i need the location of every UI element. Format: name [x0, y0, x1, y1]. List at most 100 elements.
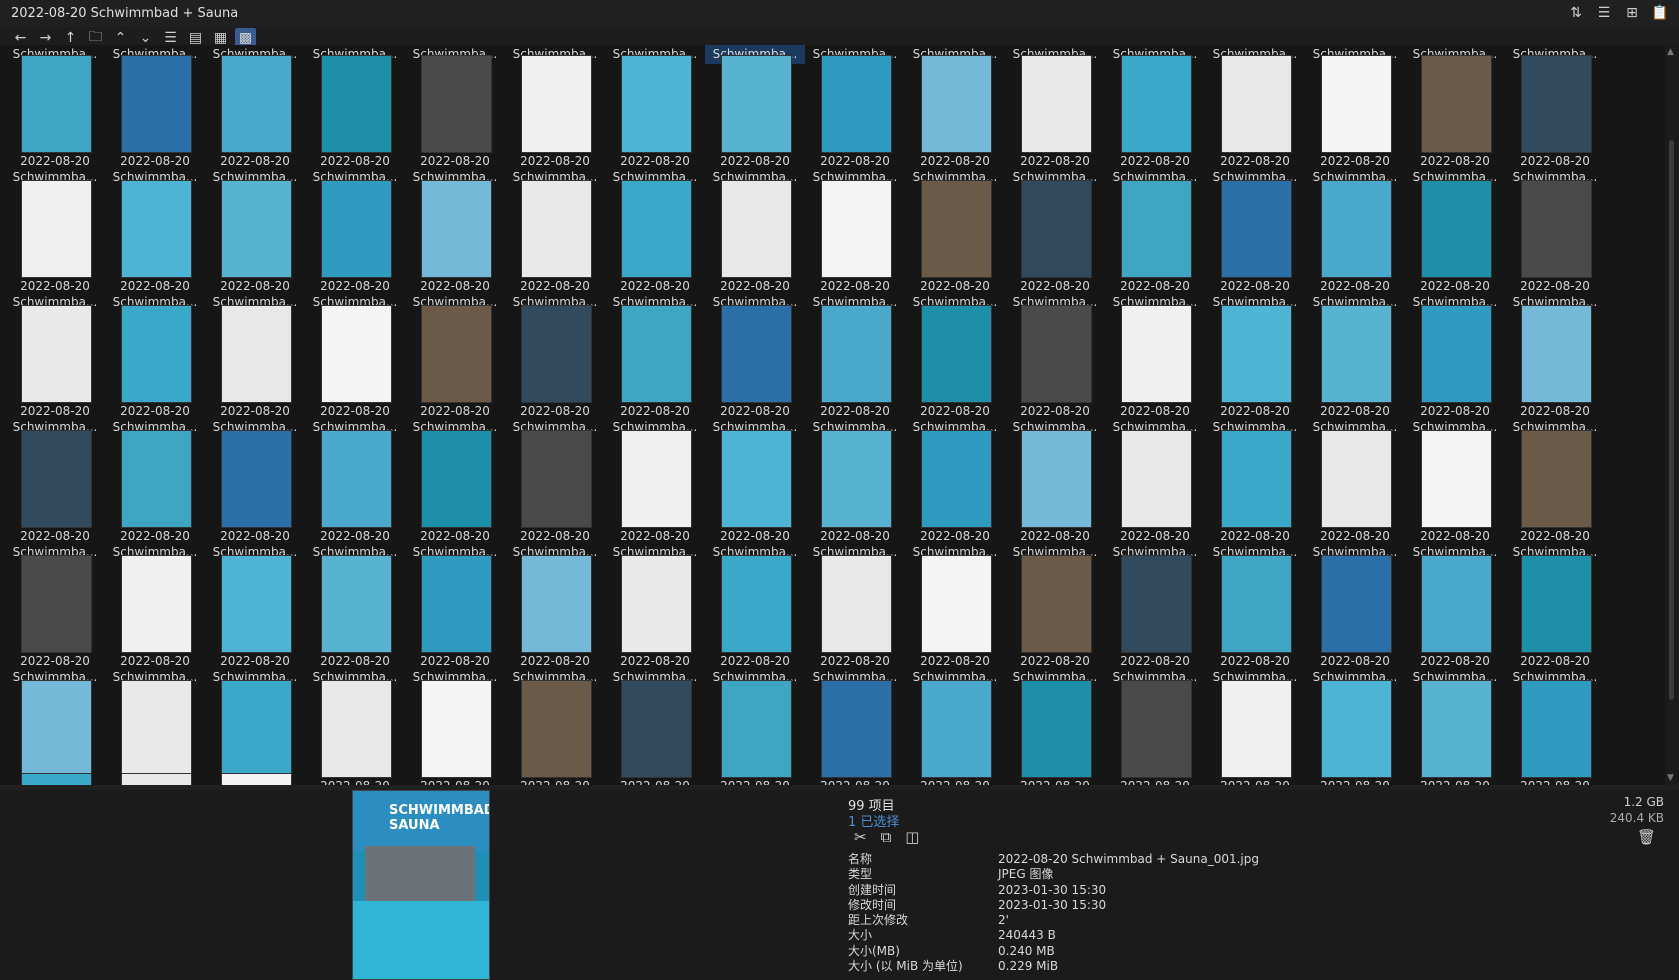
thumbnail-item[interactable]: 2022-08-20Schwimmba... [905, 678, 1005, 785]
thumbnail-item[interactable]: 2022-08-20Schwimmba... [905, 553, 1005, 687]
thumbnail-item[interactable]: 2022-08-20Schwimmba... [1005, 428, 1105, 562]
thumbnail-item[interactable]: 2022-08-20Schwimmba... [105, 53, 205, 187]
thumbnail-item[interactable]: 2022-08-20Schwimmba... [1005, 303, 1105, 437]
thumbnail-item[interactable]: 2022-08-20Schwimmba... [1305, 428, 1405, 562]
compare-icon[interactable]: ◫ [905, 828, 919, 846]
thumbnail-item[interactable]: 2022-08-20Schwimmba... [705, 178, 805, 312]
thumbnail-item[interactable]: 2022-08-20Schwimmba... [1105, 428, 1205, 562]
thumbnail-item[interactable]: 2022-08-20Schwimmba... [105, 553, 205, 687]
thumbnail-item[interactable]: 2022-08-20Schwimmba... [605, 178, 705, 312]
thumbnail-item[interactable]: 2022-08-20Schwimmba... [1205, 303, 1305, 437]
thumbnail-item[interactable]: 2022-08-20Schwimmba... [405, 53, 505, 187]
thumbnail-item[interactable]: 2022-08-20Schwimmba... [1105, 303, 1205, 437]
thumbnail-item[interactable]: 2022-08-20Schwimmba... [1205, 553, 1305, 687]
thumbnail-item[interactable]: 2022-08-20Schwimmba... [805, 178, 905, 312]
thumbnail-item[interactable]: 2022-08-20Schwimmba... [1505, 178, 1605, 312]
thumbnail-item[interactable]: 2022-08-20Schwimmba... [505, 303, 605, 437]
thumbnail-item[interactable]: 2022-08-20Schwimmba... [805, 428, 905, 562]
thumbnail-item[interactable]: 2022-08-20Schwimmba... [505, 428, 605, 562]
thumbnail-item[interactable]: 2022-08-20Schwimmba... [1205, 678, 1305, 785]
thumbnail-item[interactable]: 2022-08-20Schwimmba... [605, 53, 705, 187]
thumbnail-item[interactable]: 2022-08-20Schwimmba... [305, 178, 405, 312]
thumbnail-item[interactable]: 2022-08-20Schwimmba... [1505, 53, 1605, 187]
thumbnail-item[interactable]: 2022-08-20Schwimmba... [205, 428, 305, 562]
thumbnail-item[interactable]: 2022-08-20Schwimmba... [705, 553, 805, 687]
details-pane-icon[interactable]: ☰ [1595, 4, 1613, 22]
thumbnail-item[interactable]: 2022-08-20Schwimmba... [305, 553, 405, 687]
scrollbar-thumb[interactable] [1669, 140, 1674, 700]
thumbnail-item[interactable]: 2022-08-20Schwimmba... [705, 678, 805, 785]
thumbnail-item[interactable]: 2022-08-20Schwimmba... [205, 553, 305, 687]
thumbnail-item[interactable]: 2022-08-20Schwimmba... [1505, 303, 1605, 437]
scroll-down-icon[interactable]: ▼ [1667, 773, 1674, 783]
thumbnail-item[interactable]: 2022-08-20Schwimmba... [905, 303, 1005, 437]
thumbnail-item[interactable]: 2022-08-20Schwimmba... [5, 178, 105, 312]
thumbnail-item[interactable]: 2022-08-20Schwimmba... [1405, 678, 1505, 785]
thumbnail-item[interactable]: 2022-08-20Schwimmba... [1105, 553, 1205, 687]
thumbnail-item[interactable]: 2022-08-20Schwimmba... [1005, 678, 1105, 785]
thumbnail-item[interactable]: 2022-08-20Schwimmba... [605, 553, 705, 687]
new-tab-icon[interactable]: ⊞ [1623, 4, 1641, 22]
thumbnail-item[interactable]: 2022-08-20Schwimmba... [205, 678, 305, 785]
thumbnail-item[interactable]: 2022-08-20Schwimmba... [5, 303, 105, 437]
thumbnail-item[interactable]: 2022-08-20Schwimmba... [1405, 303, 1505, 437]
thumbnail-item[interactable]: 2022-08-20Schwimmba... [205, 53, 305, 187]
thumbnail-item[interactable]: 2022-08-20Schwimmba... [1305, 303, 1405, 437]
thumbnail-item[interactable]: 2022-08-20Schwimmba... [705, 428, 805, 562]
thumbnail-item[interactable]: 2022-08-20Schwimmba... [1305, 178, 1405, 312]
thumbnail-item[interactable]: 2022-08-20Schwimmba... [805, 678, 905, 785]
thumbnail-item[interactable]: 2022-08-20Schwimmba... [305, 303, 405, 437]
thumbnail-item[interactable]: 2022-08-20Schwimmba... [1205, 53, 1305, 187]
thumbnail-item[interactable]: 2022-08-20Schwimmba... [805, 303, 905, 437]
thumbnail-item[interactable]: 2022-08-20Schwimmba... [305, 428, 405, 562]
thumbnail-item[interactable]: 2022-08-20Schwimmba... [1505, 678, 1605, 785]
clipboard-icon[interactable]: 📋 [1651, 4, 1669, 22]
copy-icon[interactable]: ⧉ [881, 828, 892, 846]
scroll-up-icon[interactable]: ▲ [1667, 47, 1674, 57]
thumbnail-item[interactable]: 2022-08-20Schwimmba... [1505, 428, 1605, 562]
thumbnail-item[interactable]: 2022-08-20Schwimmba... [1205, 178, 1305, 312]
thumbnail-item[interactable]: 2022-08-20Schwimmba... [305, 53, 405, 187]
thumbnail-item[interactable]: 2022-08-20Schwimmba... [905, 53, 1005, 187]
thumbnail-item[interactable]: 2022-08-20Schwimmba... [1305, 553, 1405, 687]
thumbnail-item[interactable]: 2022-08-20Schwimmba... [505, 678, 605, 785]
thumbnail-item[interactable]: 2022-08-20Schwimmba... [605, 428, 705, 562]
thumbnail-item[interactable]: 2022-08-20Schwimmba... [105, 428, 205, 562]
thumbnail-item[interactable]: 2022-08-20Schwimmba... [205, 178, 305, 312]
thumbnail-item[interactable]: 2022-08-20Schwimmba... [105, 678, 205, 785]
thumbnail-item[interactable]: 2022-08-20Schwimmba... [805, 53, 905, 187]
cut-icon[interactable]: ✂ [854, 828, 867, 846]
thumbnail-item[interactable]: 2022-08-20Schwimmba... [1405, 53, 1505, 187]
thumbnail-item[interactable]: 2022-08-20Schwimmba... [1405, 428, 1505, 562]
delete-icon[interactable]: 🗑 [1637, 828, 1656, 846]
thumbnail-item[interactable]: 2022-08-20Schwimmba... [605, 678, 705, 785]
thumbnail-item[interactable]: 2022-08-20Schwimmba... [1305, 53, 1405, 187]
sort-icon[interactable]: ⇅ [1567, 4, 1585, 22]
thumbnail-item[interactable]: 2022-08-20Schwimmba... [405, 678, 505, 785]
thumbnail-item[interactable]: 2022-08-20Schwimmba... [1505, 553, 1605, 687]
thumbnail-item[interactable]: 2022-08-20Schwimmba... [5, 678, 105, 785]
thumbnail-item[interactable]: 2022-08-20Schwimmba... [5, 553, 105, 687]
thumbnail-item[interactable]: 2022-08-20Schwimmba... [405, 553, 505, 687]
thumbnail-item[interactable]: 2022-08-20Schwimmba... [905, 428, 1005, 562]
thumbnail-item[interactable]: 2022-08-20Schwimmba... [5, 53, 105, 187]
thumbnail-item[interactable]: 2022-08-20Schwimmba... [1005, 178, 1105, 312]
thumbnail-item[interactable]: 2022-08-20Schwimmba... [105, 178, 205, 312]
thumbnail-item[interactable]: 2022-08-20Schwimmba... [1405, 553, 1505, 687]
thumbnail-item[interactable]: 2022-08-20Schwimmba... [505, 53, 605, 187]
thumbnail-item[interactable]: 2022-08-20Schwimmba... [1405, 178, 1505, 312]
thumbnail-grid[interactable]: 2022-02-19Schwimmba...2022-02-19Schwimmb… [0, 45, 1665, 785]
thumbnail-item[interactable]: 2022-08-20Schwimmba... [605, 303, 705, 437]
thumbnail-item[interactable]: 2022-08-20Schwimmba... [905, 178, 1005, 312]
thumbnail-item[interactable]: 2022-08-20Schwimmba... [305, 678, 405, 785]
thumbnail-item[interactable]: 2022-08-20Schwimmba... [405, 303, 505, 437]
thumbnail-item[interactable]: 2022-08-20Schwimmba... [1105, 178, 1205, 312]
thumbnail-item[interactable]: 2022-08-20Schwimmba... [1105, 678, 1205, 785]
thumbnail-item[interactable]: 2022-08-20Schwimmba... [805, 553, 905, 687]
thumbnail-item[interactable]: 2022-08-20Schwimmba... [705, 53, 805, 187]
thumbnail-item[interactable]: 2022-08-20Schwimmba... [505, 553, 605, 687]
thumbnail-item[interactable]: 2022-08-20Schwimmba... [5, 428, 105, 562]
thumbnail-item[interactable]: 2022-08-20Schwimmba... [1005, 553, 1105, 687]
thumbnail-item[interactable]: 2022-08-20Schwimmba... [1005, 53, 1105, 187]
thumbnail-item[interactable]: 2022-08-20Schwimmba... [105, 303, 205, 437]
